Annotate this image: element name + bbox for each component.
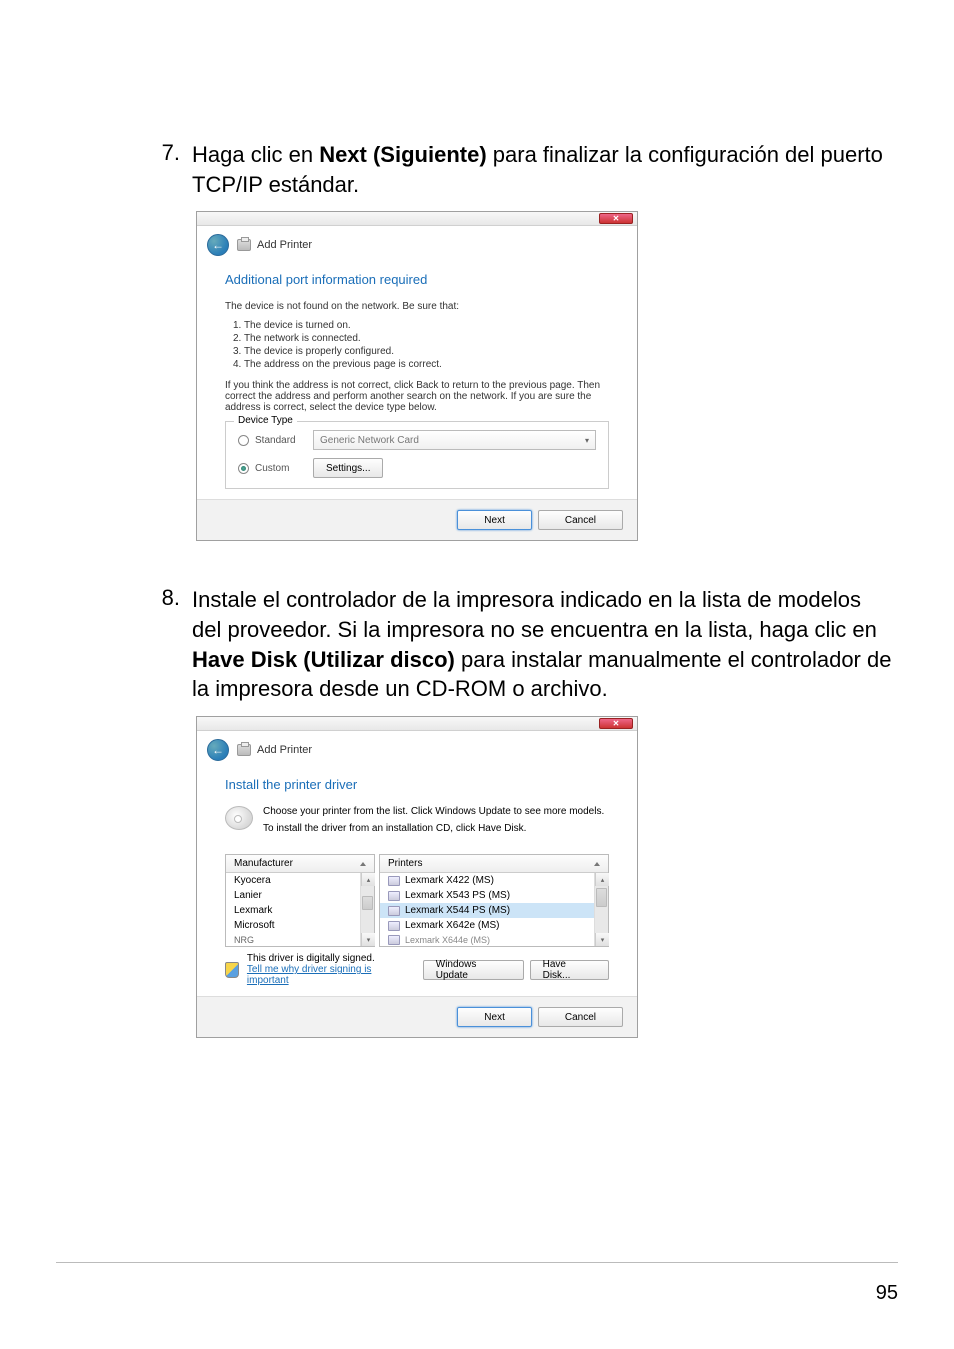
check-item: 2. The network is connected.: [233, 333, 609, 344]
dialog-buttons: Next Cancel: [197, 996, 637, 1037]
instruction-1: Choose your printer from the list. Click…: [263, 806, 609, 817]
check-item: 1. The device is turned on.: [233, 320, 609, 331]
list-item[interactable]: Microsoft: [226, 918, 360, 933]
radio-custom[interactable]: [238, 463, 249, 474]
printers-header[interactable]: Printers: [380, 855, 608, 873]
footer-rule: [56, 1262, 898, 1263]
shield-icon: [225, 962, 239, 978]
chevron-down-icon: ▾: [585, 436, 589, 445]
scroll-down-icon[interactable]: ▾: [595, 933, 609, 946]
printer-item-icon: [388, 935, 400, 945]
radio-standard-label: Standard: [255, 435, 313, 446]
list-item[interactable]: Lexmark X543 PS (MS): [380, 888, 594, 903]
col-label: Printers: [388, 858, 422, 869]
windows-update-button[interactable]: Windows Update: [423, 960, 524, 980]
text-pre: Haga clic en: [192, 142, 319, 167]
section-heading: Additional port information required: [225, 272, 609, 287]
list-item[interactable]: Lexmark X422 (MS): [380, 873, 594, 888]
instruction-2: To install the driver from an installati…: [263, 823, 609, 834]
printer-item-icon: [388, 921, 400, 931]
cancel-button[interactable]: Cancel: [538, 1007, 623, 1027]
fieldset-legend: Device Type: [234, 415, 297, 426]
signed-text: This driver is digitally signed.: [247, 953, 415, 964]
section-heading: Install the printer driver: [225, 777, 609, 792]
driver-lists: Manufacturer Kyocera Lanier Lexmark Micr…: [225, 854, 609, 947]
page-number: 95: [876, 1282, 898, 1305]
cancel-button[interactable]: Cancel: [538, 510, 623, 530]
list-item-selected[interactable]: Lexmark X544 PS (MS): [380, 903, 594, 918]
hint-text: If you think the address is not correct,…: [225, 380, 609, 413]
scroll-thumb[interactable]: [362, 896, 373, 910]
settings-button[interactable]: Settings...: [313, 458, 383, 478]
scrollbar[interactable]: ▴ ▾: [360, 873, 374, 946]
radio-custom-label: Custom: [255, 463, 313, 474]
scrollbar[interactable]: ▴ ▾: [594, 873, 608, 946]
list-item[interactable]: Lexmark: [226, 903, 360, 918]
list-item[interactable]: NRG: [226, 933, 360, 946]
sort-up-icon: [360, 862, 366, 866]
next-button[interactable]: Next: [457, 510, 532, 530]
dialog-buttons: Next Cancel: [197, 499, 637, 540]
check-item: 4. The address on the previous page is c…: [233, 359, 609, 370]
text-bold: Next (Siguiente): [319, 142, 486, 167]
add-printer-dialog-port: ✕ ← Add Printer Additional port informat…: [196, 211, 638, 541]
titlebar: ✕: [197, 212, 637, 226]
close-button[interactable]: ✕: [599, 213, 633, 224]
radio-standard-row[interactable]: Standard Generic Network Card ▾: [238, 430, 596, 450]
manufacturer-header[interactable]: Manufacturer: [226, 855, 374, 873]
checklist: 1. The device is turned on. 2. The netwo…: [233, 320, 609, 370]
step-text: Haga clic en Next (Siguiente) para final…: [192, 140, 894, 199]
printer-item-icon: [388, 906, 400, 916]
scroll-up-icon[interactable]: ▴: [361, 873, 375, 886]
add-printer-dialog-driver: ✕ ← Add Printer Install the printer driv…: [196, 716, 638, 1038]
radio-custom-row[interactable]: Custom Settings...: [238, 458, 596, 478]
window-title: Add Printer: [257, 744, 312, 756]
text-bold: Have Disk (Utilizar disco): [192, 647, 455, 672]
scroll-down-icon[interactable]: ▾: [361, 933, 375, 946]
back-button[interactable]: ←: [207, 739, 229, 761]
not-found-text: The device is not found on the network. …: [225, 301, 609, 312]
scroll-thumb[interactable]: [596, 888, 607, 907]
dialog-header: ← Add Printer: [197, 226, 637, 260]
check-item: 3. The device is properly configured.: [233, 346, 609, 357]
device-type-combo[interactable]: Generic Network Card ▾: [313, 430, 596, 450]
list-item[interactable]: Lanier: [226, 888, 360, 903]
list-item[interactable]: Lexmark X644e (MS): [380, 933, 594, 946]
device-type-fieldset: Device Type Standard Generic Network Car…: [225, 421, 609, 489]
list-item[interactable]: Kyocera: [226, 873, 360, 888]
window-title: Add Printer: [257, 239, 312, 251]
printer-icon: [237, 744, 251, 756]
printer-icon: [237, 239, 251, 251]
printers-list: Printers Lexmark X422 (MS) Lexmark X543 …: [379, 854, 609, 947]
dialog-header: ← Add Printer: [197, 731, 637, 765]
step-number: 8.: [160, 585, 192, 704]
radio-standard[interactable]: [238, 435, 249, 446]
have-disk-button[interactable]: Have Disk...: [530, 960, 609, 980]
list-item[interactable]: Lexmark X642e (MS): [380, 918, 594, 933]
combo-value: Generic Network Card: [320, 435, 419, 446]
disc-icon: [225, 806, 253, 830]
scroll-up-icon[interactable]: ▴: [595, 873, 609, 886]
next-button[interactable]: Next: [457, 1007, 532, 1027]
manufacturer-list: Manufacturer Kyocera Lanier Lexmark Micr…: [225, 854, 375, 947]
step-8: 8. Instale el controlador de la impresor…: [160, 585, 894, 704]
signing-info-link[interactable]: Tell me why driver signing is important: [247, 964, 372, 986]
step-7: 7. Haga clic en Next (Siguiente) para fi…: [160, 140, 894, 199]
step-number: 7.: [160, 140, 192, 199]
step-text: Instale el controlador de la impresora i…: [192, 585, 894, 704]
printer-item-icon: [388, 876, 400, 886]
col-label: Manufacturer: [234, 858, 293, 869]
printer-item-icon: [388, 891, 400, 901]
text-pre: Instale el controlador de la impresora i…: [192, 587, 877, 642]
driver-signed-row: This driver is digitally signed. Tell me…: [225, 953, 609, 986]
close-button[interactable]: ✕: [599, 718, 633, 729]
titlebar: ✕: [197, 717, 637, 731]
back-button[interactable]: ←: [207, 234, 229, 256]
sort-up-icon: [594, 862, 600, 866]
